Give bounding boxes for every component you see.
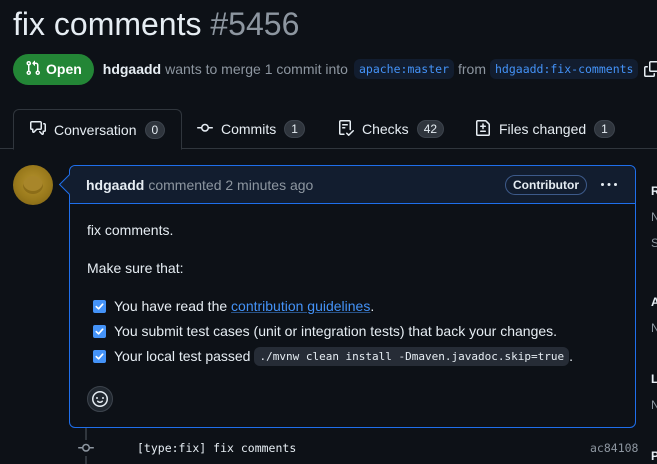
pr-title-text: fix comments xyxy=(13,6,202,42)
tab-label: Checks xyxy=(362,121,409,137)
git-pull-request-icon xyxy=(25,60,41,79)
avatar[interactable] xyxy=(13,165,53,205)
state-badge-open: Open xyxy=(13,53,94,85)
merge-text: wants to merge 1 commit into xyxy=(165,61,348,77)
commit-row: [type:fix] fix comments ac84108 xyxy=(0,438,657,458)
tab-counter: 42 xyxy=(416,120,445,138)
state-label: Open xyxy=(46,61,82,77)
checklist-icon xyxy=(338,119,362,139)
pr-author-link[interactable]: hdgaadd xyxy=(103,61,161,77)
sidebar-text-fragment: N xyxy=(651,398,657,412)
task-text: You submit test cases (unit or integrati… xyxy=(114,323,558,339)
sidebar-heading-fragment: P xyxy=(651,449,657,463)
task-text: Your local test passed xyxy=(114,348,251,364)
add-reaction-button[interactable] xyxy=(87,386,113,412)
task-text: You have read the xyxy=(114,298,232,314)
file-diff-icon xyxy=(475,119,499,139)
checkbox-checked-icon[interactable] xyxy=(93,324,106,338)
sidebar-heading-fragment: R xyxy=(651,184,657,198)
pr-tabs: Conversation 0 Commits 1 Checks 42 Files… xyxy=(0,109,657,150)
pr-number: #5456 xyxy=(210,6,300,42)
tab-counter: 0 xyxy=(144,120,166,139)
sidebar-text-fragment: N xyxy=(651,321,657,335)
task-text: . xyxy=(569,348,573,364)
contributor-badge: Contributor xyxy=(505,175,587,195)
tab-label: Commits xyxy=(221,121,277,137)
sidebar-heading-fragment: A xyxy=(651,295,657,309)
task-item: You submit test cases (unit or integrati… xyxy=(93,321,557,341)
kebab-horizontal-icon[interactable] xyxy=(599,177,619,193)
inline-code: ./mvnw clean install -Dmaven.javadoc.ski… xyxy=(254,346,570,366)
copy-icon[interactable] xyxy=(644,61,657,77)
task-item: You have read the contribution guideline… xyxy=(93,296,374,316)
comment-header: hdgaadd commented 2 minutes ago Contribu… xyxy=(70,166,635,204)
tab-checks[interactable]: Checks 42 xyxy=(338,109,445,149)
tab-label: Conversation xyxy=(54,121,137,138)
checkbox-checked-icon[interactable] xyxy=(93,349,106,363)
commit-message-link[interactable]: [type:fix] fix comments xyxy=(137,441,296,455)
comment-author[interactable]: hdgaadd xyxy=(86,177,144,193)
smiley-icon xyxy=(92,391,108,407)
checkbox-checked-icon[interactable] xyxy=(93,299,106,313)
sidebar-text-fragment: N xyxy=(651,210,657,224)
pr-meta: Open hdgaadd wants to merge 1 commit int… xyxy=(13,53,657,85)
commit-sha-link[interactable]: ac84108 xyxy=(590,441,638,455)
task-item: Your local test passed ./mvnw clean inst… xyxy=(93,346,573,366)
comment-discussion-icon xyxy=(30,120,54,139)
base-branch[interactable]: apache:master xyxy=(353,59,454,79)
from-text: from xyxy=(458,61,486,77)
tab-counter: 1 xyxy=(284,120,305,138)
comment-text: fix comments. xyxy=(87,222,174,238)
task-text: . xyxy=(370,298,375,314)
comment-timestamp[interactable]: commented 2 minutes ago xyxy=(148,177,313,193)
tab-files-changed[interactable]: Files changed 1 xyxy=(475,109,615,149)
sidebar-text-fragment: S xyxy=(651,236,657,250)
tab-conversation[interactable]: Conversation 0 xyxy=(13,109,183,150)
tab-label: Files changed xyxy=(499,121,587,137)
pr-title: fix comments #5456 xyxy=(13,6,299,43)
git-commit-icon xyxy=(197,120,221,139)
contribution-guidelines-link[interactable]: contribution guidelines xyxy=(231,298,370,314)
comment-box: hdgaadd commented 2 minutes ago Contribu… xyxy=(69,165,636,428)
git-commit-icon xyxy=(78,440,94,456)
comment-text: Make sure that: xyxy=(87,260,184,276)
head-branch[interactable]: hdgaadd:fix-comments xyxy=(490,59,639,79)
tab-commits[interactable]: Commits 1 xyxy=(197,109,305,149)
tab-counter: 1 xyxy=(594,120,615,138)
sidebar-heading-fragment: L xyxy=(651,372,657,386)
